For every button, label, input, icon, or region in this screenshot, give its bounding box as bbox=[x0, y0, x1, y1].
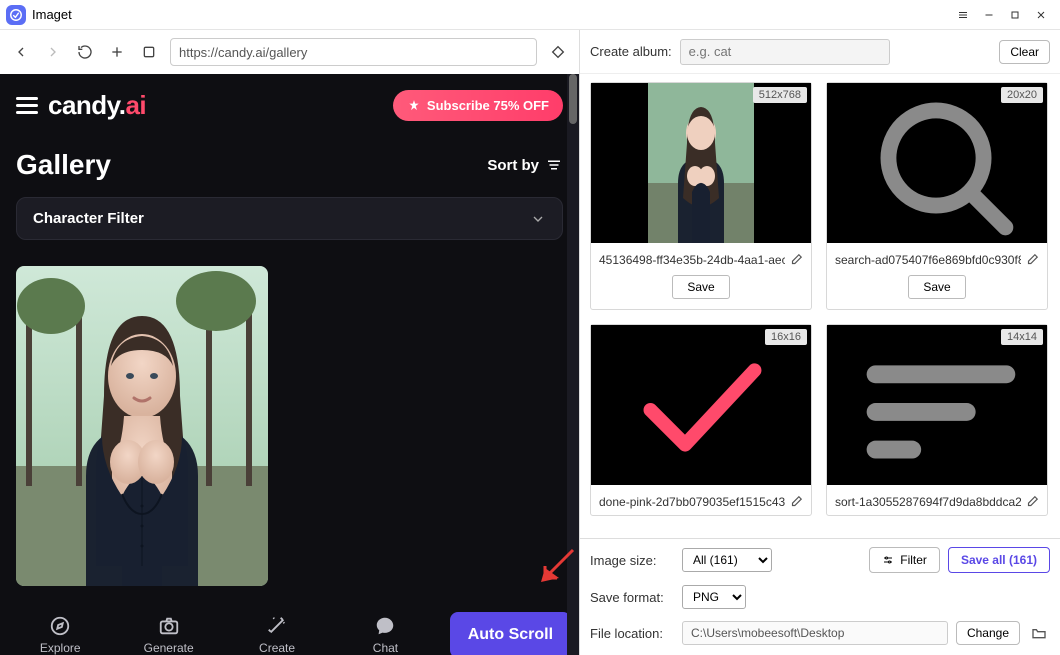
browser-viewport: candy.ai Subscribe 75% OFF Gallery Sort … bbox=[0, 74, 579, 655]
save-button[interactable]: Save bbox=[908, 275, 965, 299]
create-album-label: Create album: bbox=[590, 44, 672, 59]
dimension-badge: 14x14 bbox=[1001, 329, 1043, 345]
dimension-badge: 512x768 bbox=[753, 87, 807, 103]
scrollbar[interactable] bbox=[567, 74, 579, 655]
subscribe-button[interactable]: Subscribe 75% OFF bbox=[393, 90, 563, 121]
titlebar: Imaget bbox=[0, 0, 1060, 30]
dimension-badge: 20x20 bbox=[1001, 87, 1043, 103]
card-thumbnail[interactable]: 14x14 bbox=[827, 325, 1047, 485]
auto-scroll-button[interactable]: Auto Scroll bbox=[450, 612, 571, 655]
sort-icon bbox=[545, 156, 563, 174]
image-card: 14x14 sort-1a3055287694f7d9da8bddca2 bbox=[826, 324, 1048, 516]
sliders-icon bbox=[882, 554, 894, 566]
card-filename: 45136498-ff34e35b-24db-4aa1-aec bbox=[599, 253, 785, 267]
tabs-icon[interactable] bbox=[138, 41, 160, 63]
filter-button[interactable]: Filter bbox=[869, 547, 940, 573]
edit-icon[interactable] bbox=[1025, 253, 1039, 267]
nav-create[interactable]: Create bbox=[225, 615, 329, 655]
window-menu-button[interactable] bbox=[950, 2, 976, 28]
address-input[interactable] bbox=[170, 38, 537, 66]
edit-icon[interactable] bbox=[1025, 495, 1039, 509]
edit-icon[interactable] bbox=[789, 495, 803, 509]
window-minimize-button[interactable] bbox=[976, 2, 1002, 28]
forward-button[interactable] bbox=[42, 41, 64, 63]
card-filename: sort-1a3055287694f7d9da8bddca2 bbox=[835, 495, 1021, 509]
card-filename: search-ad075407f6e869bfd0c930f8 bbox=[835, 253, 1021, 267]
album-name-input[interactable] bbox=[680, 39, 890, 65]
nav-generate[interactable]: Generate bbox=[116, 615, 220, 655]
file-location-label: File location: bbox=[590, 626, 674, 641]
nav-chat[interactable]: Chat bbox=[333, 615, 437, 655]
image-card: 20x20 search-ad075407f6e869bfd0c930f8 Sa… bbox=[826, 82, 1048, 310]
window-maximize-button[interactable] bbox=[1002, 2, 1028, 28]
file-location-input[interactable] bbox=[682, 621, 948, 645]
page-title: Gallery bbox=[16, 149, 111, 181]
save-format-label: Save format: bbox=[590, 590, 674, 605]
brand-logo[interactable]: candy.ai bbox=[48, 90, 146, 121]
camera-icon bbox=[158, 615, 180, 637]
card-thumbnail[interactable]: 16x16 bbox=[591, 325, 811, 485]
card-thumbnail[interactable]: 512x768 bbox=[591, 83, 811, 243]
clear-button[interactable]: Clear bbox=[999, 40, 1050, 64]
change-location-button[interactable]: Change bbox=[956, 621, 1020, 645]
browser-pane: candy.ai Subscribe 75% OFF Gallery Sort … bbox=[0, 30, 580, 655]
dimension-badge: 16x16 bbox=[765, 329, 807, 345]
gallery-image[interactable] bbox=[16, 266, 268, 586]
image-size-label: Image size: bbox=[590, 553, 674, 568]
sort-by-button[interactable]: Sort by bbox=[487, 156, 563, 174]
image-card: 512x768 45136498-ff34e35b-24db-4aa1-aec … bbox=[590, 82, 812, 310]
save-format-select[interactable]: PNG bbox=[682, 585, 746, 609]
downloader-pane: Create album: Clear bbox=[580, 30, 1060, 655]
image-card: 16x16 done-pink-2d7bb079035ef1515c43 bbox=[590, 324, 812, 516]
card-filename: done-pink-2d7bb079035ef1515c43 bbox=[599, 495, 785, 509]
nav-explore[interactable]: Explore bbox=[8, 615, 112, 655]
bottom-nav: Explore Generate Create Chat Auto Scroll bbox=[0, 606, 579, 655]
edit-icon[interactable] bbox=[789, 253, 803, 267]
menu-icon[interactable] bbox=[16, 97, 38, 114]
save-all-button[interactable]: Save all (161) bbox=[948, 547, 1050, 573]
tag-icon[interactable] bbox=[547, 41, 569, 63]
app-title: Imaget bbox=[32, 7, 72, 22]
wand-icon bbox=[266, 615, 288, 637]
chat-icon bbox=[374, 615, 396, 637]
character-filter-dropdown[interactable]: Character Filter bbox=[16, 197, 563, 240]
address-bar-row bbox=[0, 30, 579, 74]
window-close-button[interactable] bbox=[1028, 2, 1054, 28]
new-tab-button[interactable] bbox=[106, 41, 128, 63]
compass-icon bbox=[49, 615, 71, 637]
save-button[interactable]: Save bbox=[672, 275, 729, 299]
image-size-select[interactable]: All (161) bbox=[682, 548, 772, 572]
chevron-down-icon bbox=[530, 211, 546, 227]
card-thumbnail[interactable]: 20x20 bbox=[827, 83, 1047, 243]
app-logo bbox=[6, 5, 26, 25]
back-button[interactable] bbox=[10, 41, 32, 63]
reload-button[interactable] bbox=[74, 41, 96, 63]
open-folder-button[interactable] bbox=[1028, 622, 1050, 644]
